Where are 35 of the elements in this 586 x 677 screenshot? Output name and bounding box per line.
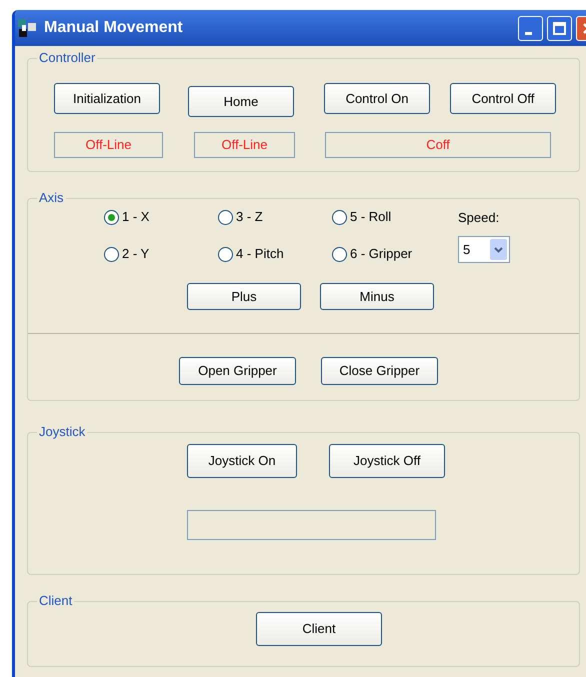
push-button[interactable]: Close Gripper: [321, 357, 438, 385]
group-label: Joystick: [37, 424, 88, 440]
radio-button[interactable]: [332, 246, 347, 262]
status-label: Coff: [325, 132, 551, 158]
radio-label: 5 - Roll: [350, 208, 392, 226]
chevron-down-icon: [494, 246, 503, 252]
radio-label: 4 - Pitch: [236, 245, 284, 264]
push-button[interactable]: Joystick Off: [329, 444, 445, 478]
window-title: Manual Movement: [44, 18, 183, 38]
push-button[interactable]: Home: [188, 86, 294, 117]
push-button[interactable]: Control Off: [450, 83, 556, 114]
push-button[interactable]: Open Gripper: [179, 357, 296, 385]
radio-label: 6 - Gripper: [350, 245, 412, 264]
radio-button[interactable]: [218, 210, 233, 224]
radio-label: 3 - Z: [236, 208, 263, 226]
app-icon: [16, 17, 38, 39]
radio-button[interactable]: [104, 246, 119, 262]
push-button[interactable]: Client: [256, 612, 382, 646]
maximize-button[interactable]: [547, 16, 572, 40]
radio-button[interactable]: [332, 210, 347, 224]
speed-label: Speed:: [458, 209, 500, 226]
push-button[interactable]: Initialization: [54, 83, 160, 114]
push-button[interactable]: Joystick On: [187, 444, 297, 478]
push-button[interactable]: Minus: [320, 283, 434, 310]
push-button[interactable]: Control On: [324, 83, 430, 114]
radio-label: 1 - X: [122, 208, 150, 226]
radio-button[interactable]: [218, 246, 233, 262]
push-button[interactable]: Plus: [187, 283, 301, 310]
status-label: Off-Line: [194, 132, 295, 158]
status-label: Off-Line: [54, 132, 163, 158]
radio-button[interactable]: [104, 210, 119, 224]
minimize-button[interactable]: [518, 16, 543, 40]
text-field[interactable]: [187, 510, 436, 540]
radio-label: 2 - Y: [122, 245, 150, 264]
speed-dropdown[interactable]: 5: [458, 236, 510, 263]
